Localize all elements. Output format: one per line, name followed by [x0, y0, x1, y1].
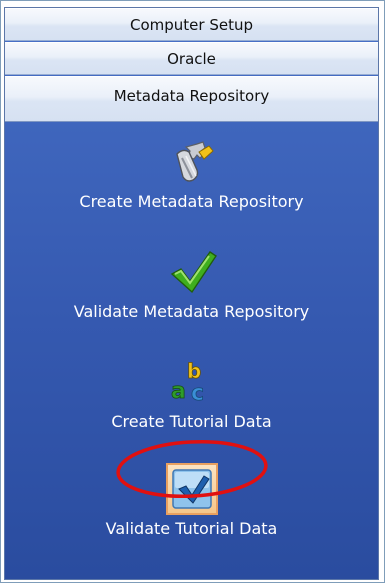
taskpad-panel: Computer Setup Oracle Metadata Repositor… [4, 7, 379, 580]
selected-icon-frame[interactable] [165, 463, 218, 515]
task-label: Validate Metadata Repository [73, 302, 310, 321]
task-validate-tutorial-data[interactable]: Validate Tutorial Data [5, 463, 378, 539]
task-label: Create Metadata Repository [79, 192, 304, 211]
task-label: Create Tutorial Data [111, 412, 272, 431]
task-create-metadata-repository[interactable]: Create Metadata Repository [5, 138, 378, 212]
svg-text:c: c [191, 381, 204, 406]
section-computer-setup-label: Computer Setup [130, 15, 253, 34]
abc-letters-icon[interactable]: b a c [167, 358, 217, 408]
task-label: Validate Tutorial Data [105, 519, 278, 538]
task-create-tutorial-data[interactable]: b a c Create Tutorial Data [5, 358, 378, 432]
section-metadata-repository-label: Metadata Repository [113, 87, 270, 105]
taskpad-window: Computer Setup Oracle Metadata Repositor… [0, 0, 385, 583]
section-oracle-button[interactable]: Oracle [5, 42, 378, 75]
section-oracle-label: Oracle [167, 49, 216, 68]
green-checkmark-icon[interactable] [167, 248, 217, 298]
blue-checkbox-icon [170, 467, 214, 515]
tools-icon[interactable] [167, 138, 217, 188]
section-computer-setup-button[interactable]: Computer Setup [5, 8, 378, 41]
task-validate-metadata-repository[interactable]: Validate Metadata Repository [5, 248, 378, 322]
svg-text:a: a [171, 379, 186, 404]
svg-text:b: b [187, 359, 201, 383]
section-metadata-repository-button[interactable]: Metadata Repository [5, 76, 378, 122]
